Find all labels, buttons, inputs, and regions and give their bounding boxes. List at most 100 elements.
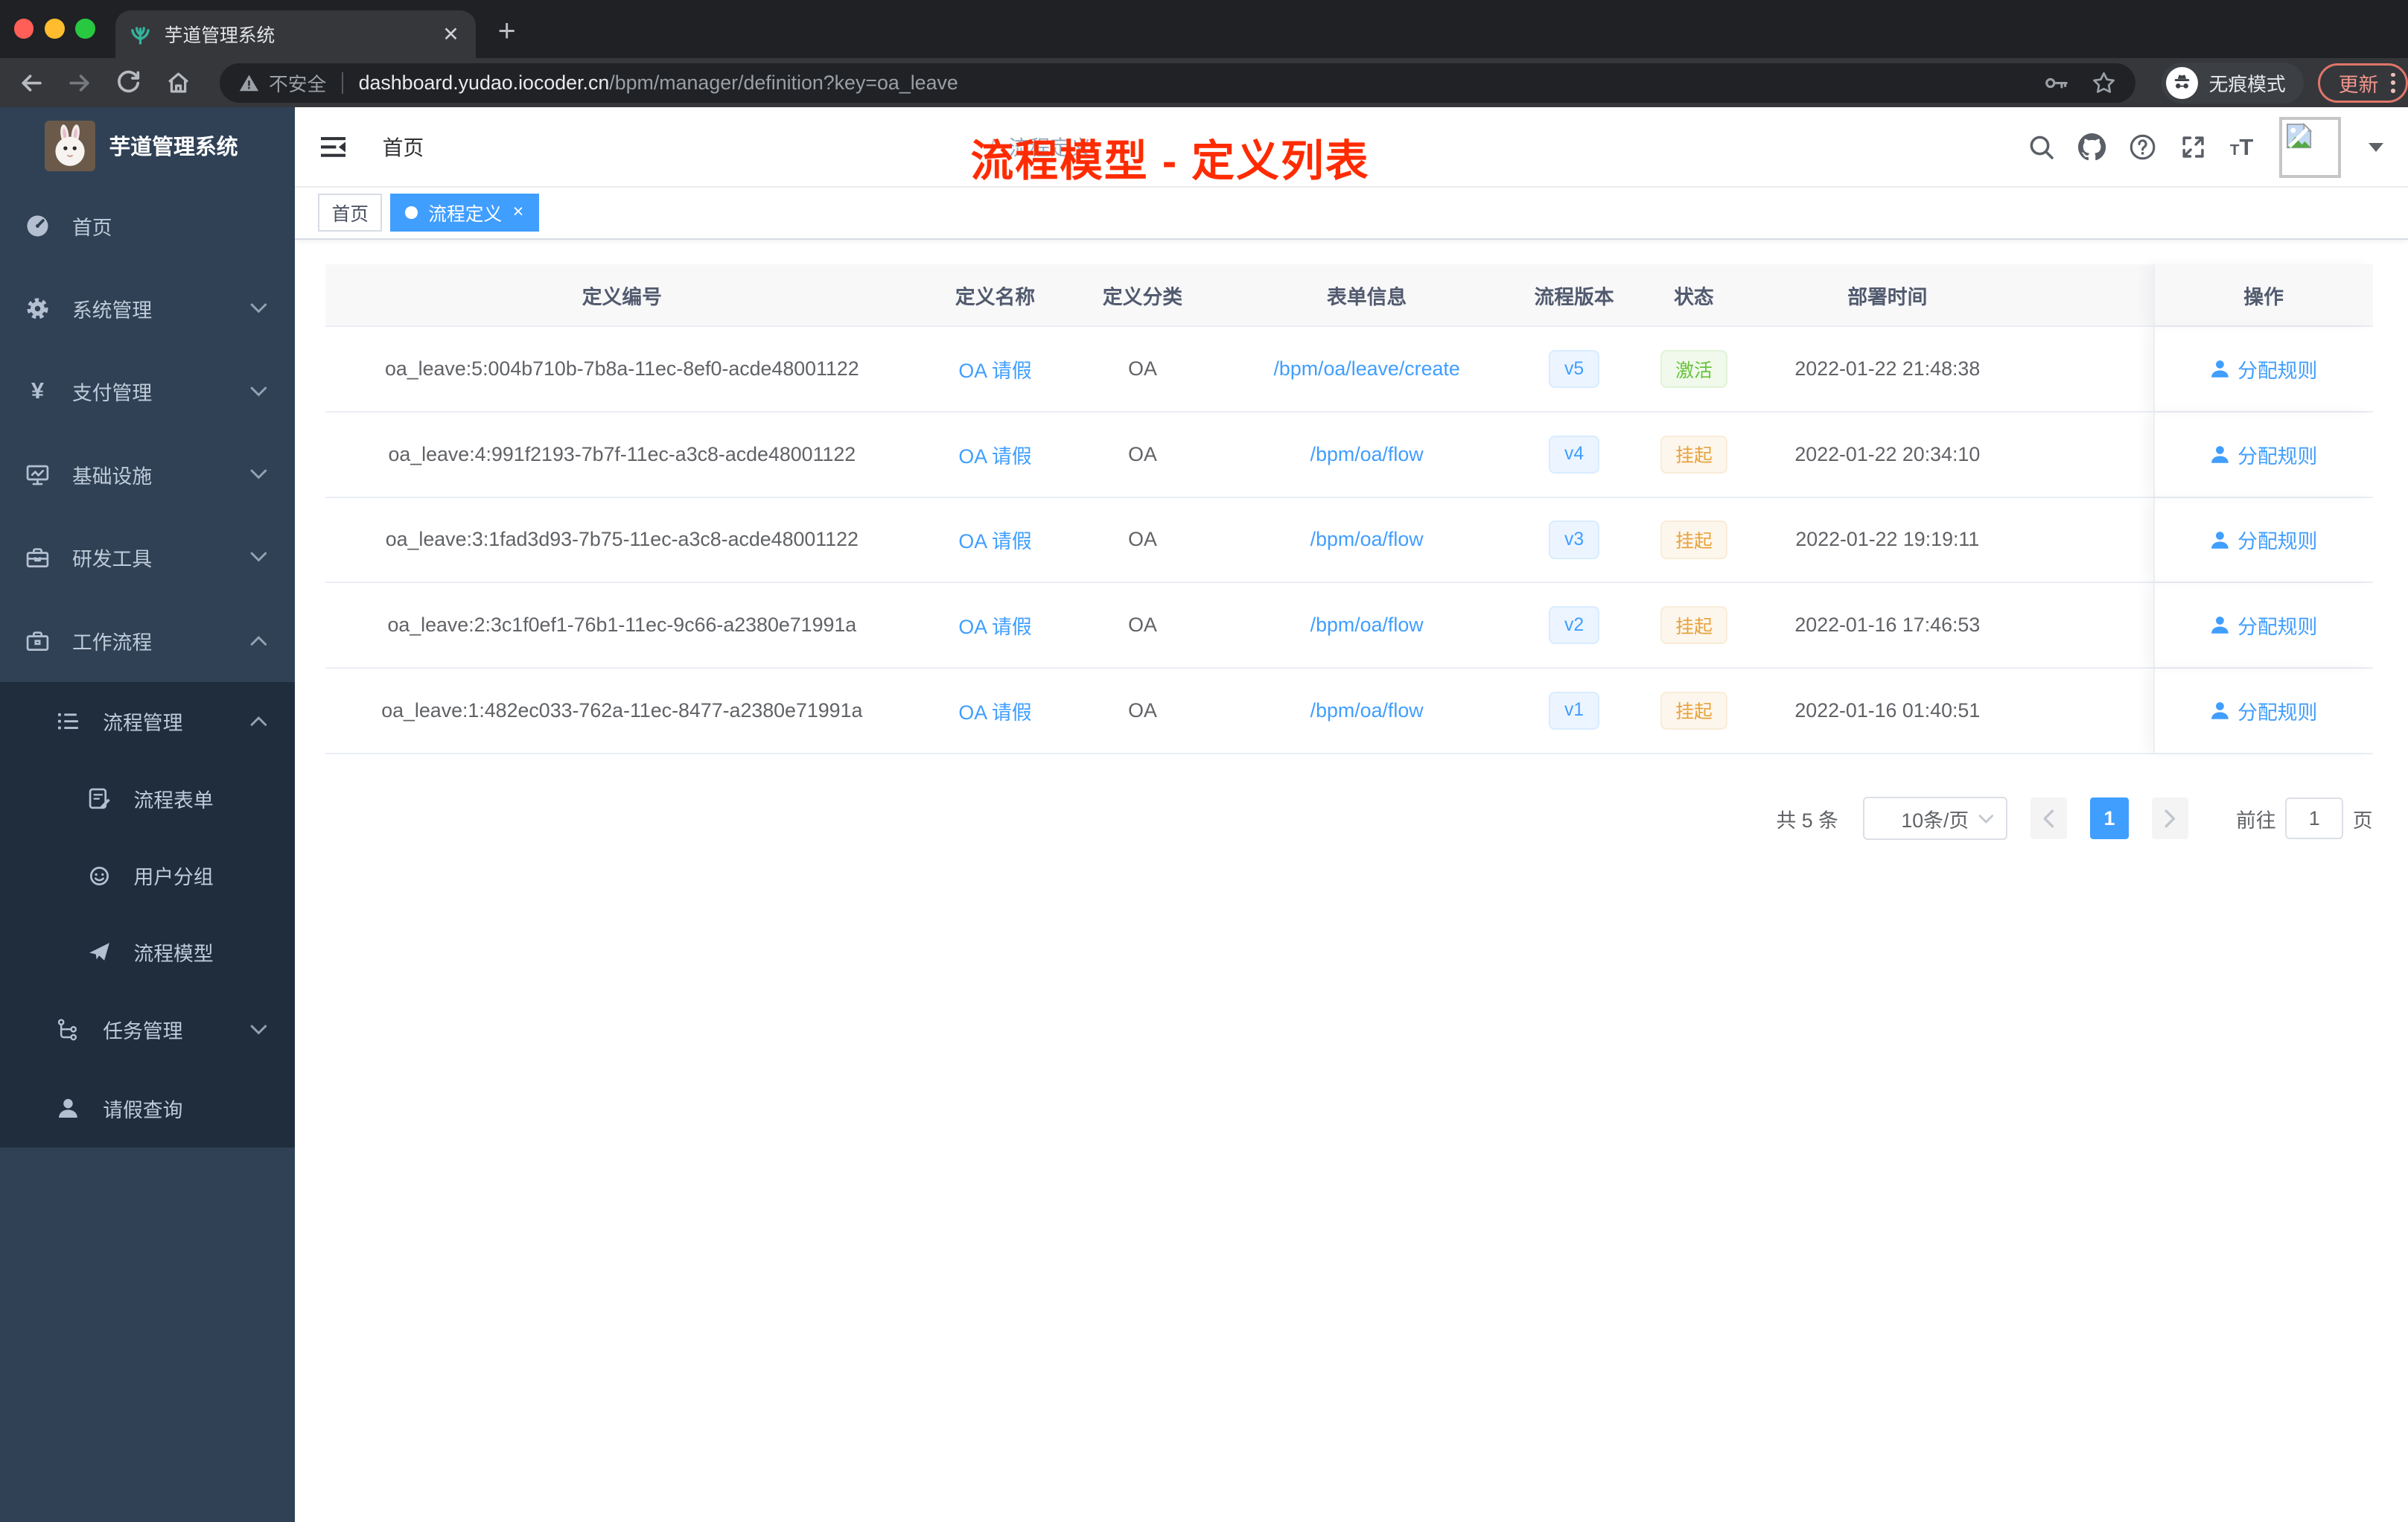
status-badge: 挂起	[1660, 605, 1728, 645]
dashboard-icon	[27, 215, 48, 237]
status-badge: 挂起	[1660, 520, 1728, 559]
breadcrumb-home[interactable]: 首页	[383, 132, 975, 162]
tab-title: 芋道管理系统	[164, 26, 275, 47]
fullscreen-icon[interactable]	[2179, 133, 2207, 161]
table-row: oa_leave:4:991f2193-7b7f-11ec-a3c8-acde4…	[325, 412, 2373, 498]
form-link[interactable]: /bpm/oa/flow	[1310, 443, 1424, 466]
form-link[interactable]: /bpm/oa/leave/create	[1273, 357, 1459, 380]
col-time: 部署时间	[1847, 285, 1928, 308]
definition-name-link[interactable]: OA 请假	[958, 696, 1031, 725]
definition-name-link[interactable]: OA 请假	[958, 440, 1031, 469]
group-icon	[89, 867, 109, 886]
cell-id: oa_leave:5:004b710b-7b8a-11ec-8ef0-acde4…	[384, 357, 859, 380]
page-jumper-input[interactable]	[2285, 797, 2344, 840]
reload-icon[interactable]	[115, 69, 143, 97]
page-number-active[interactable]: 1	[2090, 797, 2129, 840]
url-path: /bpm/manager/definition?key=oa_leave	[609, 71, 958, 94]
github-icon[interactable]	[2077, 133, 2106, 161]
chrome-update-button[interactable]: 更新	[2317, 63, 2408, 104]
chevron-down-icon	[250, 303, 267, 313]
workflow-submenu: 流程管理 流程表单 用户分组 流程模型 任务管理 请假查询	[0, 681, 295, 1147]
send-icon	[89, 943, 109, 961]
user-icon	[2211, 617, 2229, 634]
tab-close-icon[interactable]: ✕	[439, 22, 462, 48]
definition-name-link[interactable]: OA 请假	[958, 354, 1031, 383]
total-count: 共 5 条	[1776, 809, 1838, 832]
col-gap	[2015, 264, 2153, 326]
back-icon[interactable]	[17, 69, 45, 97]
definition-name-link[interactable]: OA 请假	[958, 611, 1031, 640]
help-icon[interactable]	[2129, 133, 2156, 161]
annotation-title: 流程模型 - 定义列表	[970, 138, 1370, 186]
sidebar-collapse-icon[interactable]	[321, 135, 346, 159]
omnibox-divider	[341, 71, 343, 94]
assign-rule-link[interactable]: 分配规则	[2210, 525, 2317, 554]
list-icon	[58, 713, 79, 730]
cell-id: oa_leave:4:991f2193-7b7f-11ec-a3c8-acde4…	[388, 442, 856, 465]
next-page-button[interactable]	[2151, 797, 2189, 840]
chevron-up-icon	[250, 635, 267, 646]
security-chip[interactable]: 不安全	[238, 69, 326, 97]
form-icon	[89, 788, 110, 809]
cell-time: 2022-01-16 01:40:51	[1794, 698, 1981, 722]
sidebar-item-devtools[interactable]: 研发工具	[0, 516, 295, 599]
sidebar-item-workflow[interactable]: 工作流程	[0, 599, 295, 681]
sidebar-item-process-management[interactable]: 流程管理	[0, 682, 295, 760]
browser-menu-icon[interactable]	[2390, 72, 2395, 94]
sidebar-item-process-form[interactable]: 流程表单	[0, 760, 295, 837]
home-icon[interactable]	[165, 69, 192, 97]
tab-strip: 芋道管理系统 ✕ +	[0, 0, 2408, 59]
table-header: 定义编号 定义名称 定义分类 表单信息 流程版本 状态 部署时间 操作	[325, 264, 2373, 328]
tag-process-definition[interactable]: 流程定义 ×	[389, 193, 539, 232]
prev-page-button[interactable]	[2030, 797, 2068, 840]
incognito-icon	[2165, 66, 2199, 100]
table-row: oa_leave:5:004b710b-7b8a-11ec-8ef0-acde4…	[325, 327, 2373, 413]
password-key-icon[interactable]	[2043, 70, 2069, 96]
assign-rule-link[interactable]: 分配规则	[2210, 440, 2317, 469]
status-badge: 挂起	[1660, 691, 1728, 730]
definition-name-link[interactable]: OA 请假	[958, 525, 1031, 554]
sidebar-logo[interactable]: 芋道管理系统	[0, 107, 295, 184]
cell-time: 2022-01-22 19:19:11	[1795, 528, 1980, 551]
definition-table: 定义编号 定义名称 定义分类 表单信息 流程版本 状态 部署时间 操作 oa_l…	[325, 264, 2373, 754]
page-size-select[interactable]: 10条/页	[1862, 797, 2007, 841]
monitor-icon	[26, 465, 49, 485]
url-bar[interactable]: 不安全 dashboard.yudao.iocoder.cn/bpm/manag…	[219, 63, 2135, 104]
gear-icon	[27, 298, 48, 319]
tag-close-icon[interactable]: ×	[513, 203, 523, 222]
briefcase-icon	[26, 631, 49, 651]
cell-id: oa_leave:1:482ec033-762a-11ec-8477-a2380…	[381, 698, 863, 722]
form-link[interactable]: /bpm/oa/flow	[1310, 699, 1424, 722]
table-row: oa_leave:2:3c1f0ef1-76b1-11ec-9c66-a2380…	[325, 583, 2373, 669]
new-tab-button[interactable]: +	[488, 13, 526, 50]
sidebar-item-infrastructure[interactable]: 基础设施	[0, 433, 295, 516]
avatar-dropdown-caret[interactable]	[2369, 143, 2383, 152]
table-row: oa_leave:3:1fad3d93-7b75-11ec-a3c8-acde4…	[325, 497, 2373, 584]
avatar[interactable]	[2279, 116, 2341, 179]
close-window-button[interactable]	[13, 18, 34, 39]
sidebar-item-home[interactable]: 首页	[0, 185, 295, 267]
tag-home[interactable]: 首页	[317, 193, 383, 232]
form-link[interactable]: /bpm/oa/flow	[1310, 528, 1424, 551]
sidebar-item-process-model[interactable]: 流程模型	[0, 914, 295, 990]
bookmark-star-icon[interactable]	[2091, 70, 2117, 96]
browser-toolbar: 不安全 dashboard.yudao.iocoder.cn/bpm/manag…	[0, 58, 2408, 108]
zoom-window-button[interactable]	[75, 18, 95, 39]
sidebar-item-payment[interactable]: ¥ 支付管理	[0, 350, 295, 433]
table-row: oa_leave:1:482ec033-762a-11ec-8477-a2380…	[325, 669, 2373, 754]
sidebar-item-system[interactable]: 系统管理	[0, 267, 295, 350]
assign-rule-link[interactable]: 分配规则	[2210, 354, 2317, 383]
forward-icon[interactable]	[66, 69, 94, 97]
minimize-window-button[interactable]	[44, 18, 65, 39]
assign-rule-link[interactable]: 分配规则	[2210, 696, 2317, 725]
chevron-down-icon	[1978, 815, 1993, 824]
sidebar-item-task-management[interactable]: 任务管理	[0, 990, 295, 1069]
browser-tab[interactable]: 芋道管理系统 ✕	[115, 10, 477, 59]
sidebar-item-leave-query[interactable]: 请假查询	[0, 1069, 295, 1147]
form-link[interactable]: /bpm/oa/flow	[1310, 614, 1424, 637]
search-icon[interactable]	[2028, 133, 2055, 161]
assign-rule-link[interactable]: 分配规则	[2210, 611, 2317, 640]
sidebar-item-user-group[interactable]: 用户分组	[0, 837, 295, 914]
font-size-icon[interactable]: TT	[2230, 134, 2253, 161]
col-actions: 操作	[2153, 264, 2373, 326]
